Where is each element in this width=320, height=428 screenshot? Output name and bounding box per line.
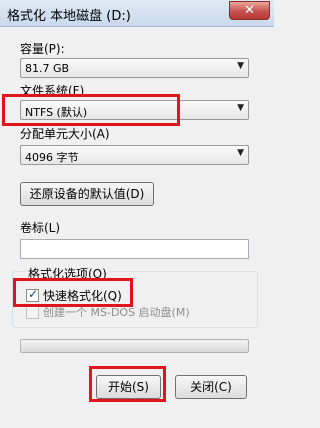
close-button[interactable]: 关闭(C) [175, 375, 247, 399]
highlight-start-button [89, 366, 166, 402]
capacity-select[interactable]: 81.7 GB ▼ [20, 58, 249, 78]
msdos-disk-checkbox[interactable] [26, 306, 39, 319]
highlight-quick-format [13, 278, 133, 307]
alloc-value: 4096 字节 [25, 151, 79, 164]
capacity-value: 81.7 GB [25, 62, 70, 75]
alloc-label: 分配单元大小(A) [20, 127, 110, 141]
close-window-button[interactable]: ✕ [229, 1, 270, 20]
highlight-filesystem [2, 94, 180, 126]
format-progress-bar [20, 339, 249, 353]
close-icon: ✕ [244, 3, 255, 18]
window-title: 格式化 本地磁盘 (D:) [7, 9, 131, 24]
chevron-down-icon: ▼ [237, 148, 244, 158]
volume-label-input[interactable] [20, 239, 249, 259]
restore-defaults-button[interactable]: 还原设备的默认值(D) [20, 182, 154, 206]
capacity-label: 容量(P): [20, 42, 65, 56]
alloc-select[interactable]: 4096 字节 ▼ [20, 145, 249, 165]
volume-label: 卷标(L) [20, 221, 61, 235]
chevron-down-icon: ▼ [237, 103, 244, 113]
title-bar: 格式化 本地磁盘 (D:) ✕ [0, 0, 274, 27]
chevron-down-icon: ▼ [237, 61, 244, 71]
